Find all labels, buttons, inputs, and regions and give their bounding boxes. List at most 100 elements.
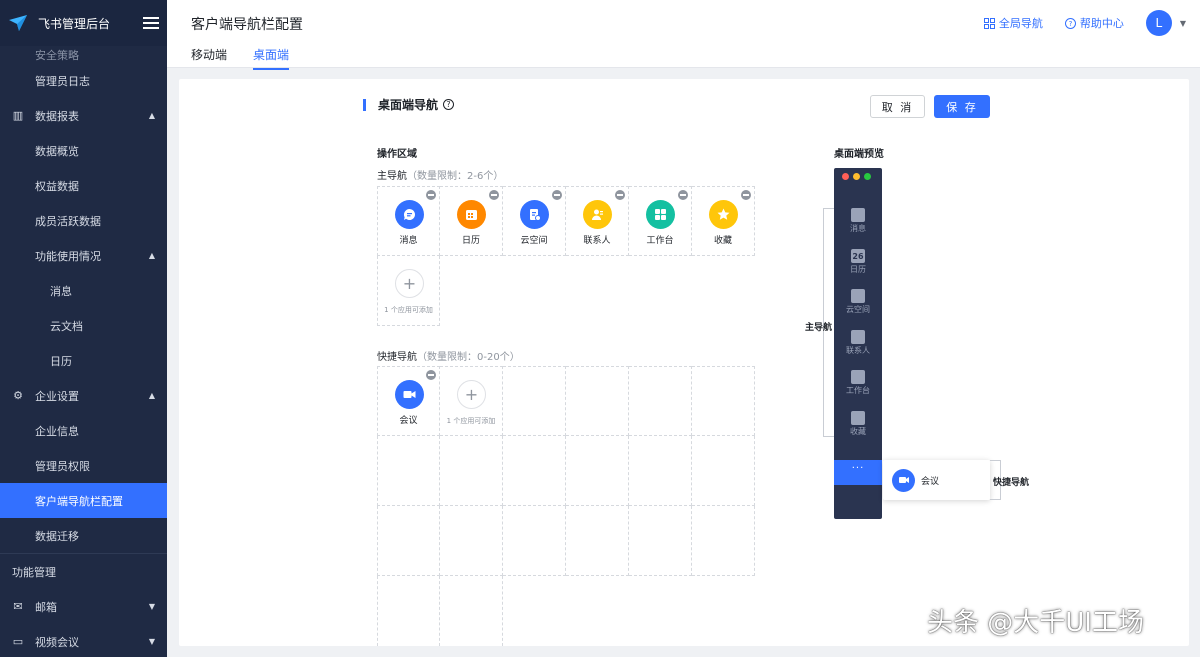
mail-icon: ✉ [13, 599, 23, 613]
remove-icon[interactable] [426, 190, 436, 200]
help-center-label: 帮助中心 [1079, 17, 1124, 30]
sidebar-item-label: 功能管理 [12, 565, 56, 579]
grid-slot [440, 576, 503, 646]
settings-icon: ⚙ [13, 388, 23, 402]
sidebar-item-4[interactable]: 权益数据 [0, 168, 167, 203]
sidebar-item-6[interactable]: 功能使用情况 ▲ [0, 238, 167, 273]
app-slot[interactable]: 联系人 [566, 186, 629, 256]
shortcut-nav-grid: 会议 +1 个应用可添加 [377, 366, 755, 646]
preview-nav-label: 消息 [850, 224, 866, 233]
cancel-button[interactable]: 取 消 [870, 95, 925, 118]
add-hint: 1 个应用可添加 [446, 417, 496, 425]
grid-slot [503, 366, 566, 436]
tab-desktop[interactable]: 桌面端 [253, 46, 290, 70]
contacts-icon [851, 329, 865, 344]
app-slot[interactable]: 收藏 [692, 186, 755, 256]
menu-toggle-icon[interactable] [143, 14, 159, 32]
grid-slot [692, 366, 755, 436]
plus-icon[interactable]: + [395, 269, 424, 298]
primary-nav-grid: 消息 日历 云空间 联系人 工作台 收藏 +1 个应用可添加 [377, 186, 755, 327]
preview-shortcut-label: 快捷导航 [993, 478, 1030, 488]
chevron-up-icon: ▲ [148, 391, 155, 400]
tab-mobile[interactable]: 移动端 [191, 46, 227, 70]
app-slot[interactable]: 消息 [377, 186, 440, 256]
sidebar-item-label: 安全策略 [35, 49, 79, 62]
grid-slot [692, 436, 755, 506]
sidebar-item-label: 数据报表 [35, 109, 79, 123]
minimize-dot-icon [853, 173, 860, 180]
preview-nav-item: 联系人 [834, 329, 882, 356]
calendar-icon: 26 [851, 248, 865, 263]
remove-icon[interactable] [678, 190, 688, 200]
grid-slot [377, 506, 440, 576]
sidebar-item-9[interactable]: 日历 [0, 343, 167, 378]
preview-nav-label: 收藏 [850, 426, 866, 436]
sidebar-item-label: 邮箱 [35, 600, 57, 614]
section-title-text: 桌面端导航 [378, 98, 439, 112]
sidebar-item-15[interactable]: 功能管理 [0, 554, 167, 589]
section-title: 桌面端导航 ? [363, 96, 455, 113]
page-title: 客户端导航栏配置 [191, 17, 303, 33]
sidebar-item-label: 视频会议 [35, 635, 79, 649]
platform-tabs: 移动端 桌面端 [191, 46, 315, 70]
sidebar-item-13[interactable]: 客户端导航栏配置 [0, 483, 167, 518]
desktop-preview: 消息 26 日历 云空间 联系人 工作台 收藏 ··· [834, 168, 882, 519]
grid-slot [503, 506, 566, 576]
remove-icon[interactable] [426, 370, 436, 380]
app-name: 云空间 [520, 236, 548, 246]
grid-slot [629, 506, 692, 576]
sidebar-item-2[interactable]: ▥ 数据报表 ▲ [0, 98, 167, 133]
preview-nav-label: 云空间 [846, 305, 870, 314]
help-center-link[interactable]: ? 帮助中心 [1064, 15, 1124, 31]
app-slot[interactable]: 云空间 [503, 186, 566, 256]
grid-slot [503, 436, 566, 506]
sidebar-item-0[interactable]: 安全策略 [0, 46, 167, 63]
remove-icon[interactable] [741, 190, 751, 200]
sidebar-item-label: 云文档 [50, 319, 83, 333]
global-nav-link[interactable]: 全局导航 [983, 15, 1043, 31]
add-app-slot[interactable]: +1 个应用可添加 [440, 366, 503, 436]
question-icon[interactable]: ? [443, 99, 455, 110]
preview-nav-item: 26 日历 [834, 248, 882, 275]
plus-icon[interactable]: + [457, 380, 486, 409]
sidebar-item-10[interactable]: ⚙ 企业设置 ▲ [0, 378, 167, 413]
sidebar-item-7[interactable]: 消息 [0, 273, 167, 308]
star-icon [709, 200, 738, 229]
chart-icon: ▥ [12, 108, 24, 122]
avatar[interactable]: L [1145, 10, 1172, 36]
help-icon: ? [1064, 17, 1076, 29]
app-slot[interactable]: 日历 [440, 186, 503, 256]
add-app-slot[interactable]: +1 个应用可添加 [377, 256, 440, 326]
app-name: 工作台 [646, 236, 674, 246]
more-icon[interactable]: ··· [834, 460, 882, 485]
sidebar-item-label: 成员活跃数据 [35, 214, 101, 228]
shortcut-nav-title: 快捷导航 [377, 352, 417, 363]
sidebar-item-label: 管理员权限 [35, 459, 90, 473]
sidebar-item-label: 管理员日志 [35, 74, 90, 88]
primary-nav-title: 主导航 [377, 171, 407, 182]
feishu-logo-icon [9, 15, 27, 31]
chevron-down-icon[interactable]: ▼ [1180, 19, 1186, 28]
remove-icon[interactable] [489, 190, 499, 200]
remove-icon[interactable] [615, 190, 625, 200]
config-card: 桌面端导航 ? 取 消 保 存 操作区域 主导航（数量限制：2-6个） 消息 日历… [179, 79, 1189, 646]
app-slot[interactable]: 会议 [377, 366, 440, 436]
save-button[interactable]: 保 存 [934, 95, 990, 118]
app-slot[interactable]: 工作台 [629, 186, 692, 256]
add-hint: 1 个应用可添加 [384, 306, 433, 314]
sidebar-item-11[interactable]: 企业信息 [0, 413, 167, 448]
sidebar-item-8[interactable]: 云文档 [0, 308, 167, 343]
sidebar-item-1[interactable]: 管理员日志 [0, 63, 167, 98]
remove-icon[interactable] [552, 190, 562, 200]
sidebar-item-16[interactable]: ✉ 邮箱 ▼ [0, 589, 167, 624]
sidebar-item-3[interactable]: 数据概览 [0, 133, 167, 168]
app-name: 日历 [461, 236, 480, 246]
sidebar-item-5[interactable]: 成员活跃数据 [0, 203, 167, 238]
sidebar-item-17[interactable]: ▭ 视频会议 ▼ [0, 624, 167, 657]
sidebar-item-14[interactable]: 数据迁移 [0, 518, 167, 553]
chevron-up-icon: ▲ [148, 111, 155, 120]
grid-slot [629, 436, 692, 506]
chevron-down-icon: ▼ [148, 602, 155, 611]
cloud-doc-icon [520, 200, 549, 229]
sidebar-item-12[interactable]: 管理员权限 [0, 448, 167, 483]
